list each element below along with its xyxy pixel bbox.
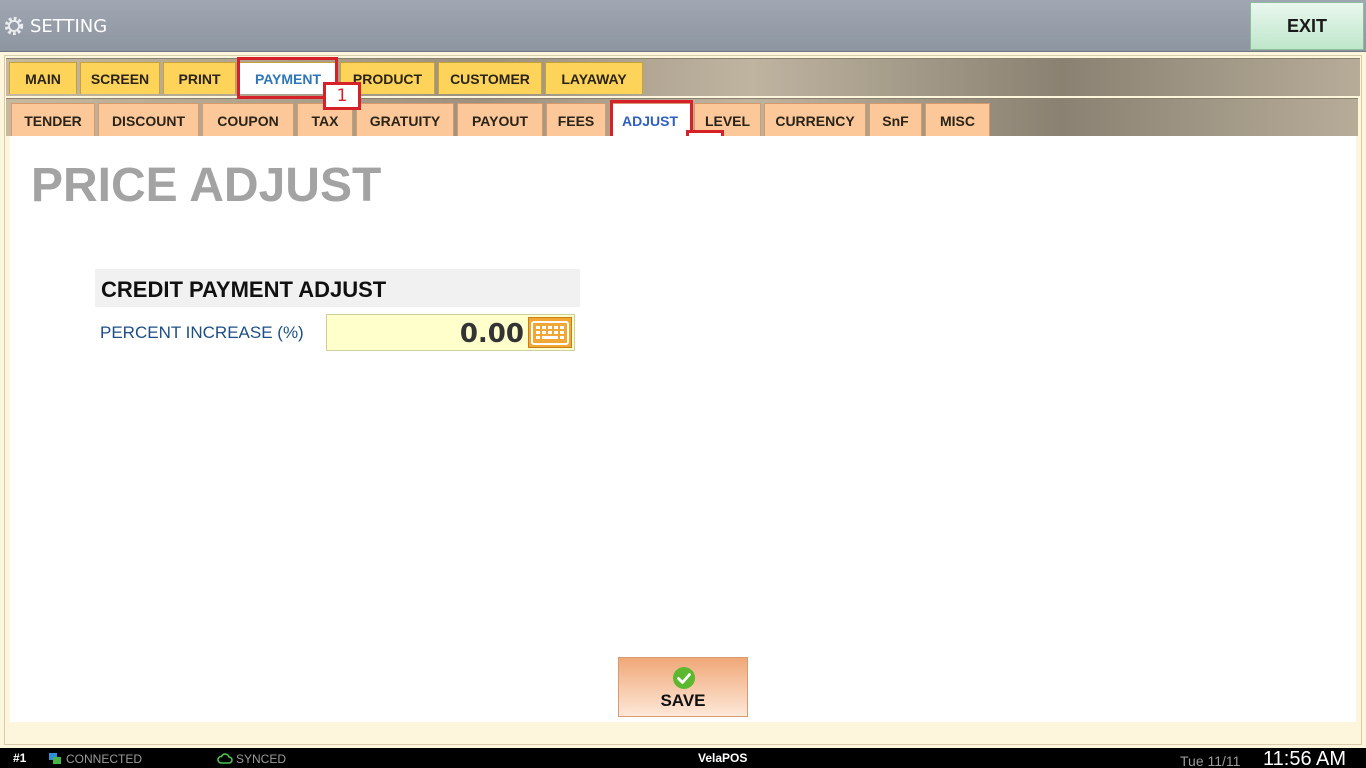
brand-name: VelaPOS	[698, 751, 748, 765]
checkmark-icon	[673, 667, 695, 689]
content-area	[10, 136, 1356, 722]
terminal-id: #1	[13, 751, 27, 765]
exit-button[interactable]: EXIT	[1250, 2, 1364, 50]
save-button[interactable]: SAVE	[618, 657, 748, 717]
tab-gratuity[interactable]: GRATUITY	[356, 103, 454, 137]
tab-main[interactable]: MAIN	[9, 62, 77, 94]
tab-misc[interactable]: MISC	[925, 103, 990, 137]
network-icon	[49, 753, 61, 764]
tab-fees[interactable]: FEES	[546, 103, 606, 137]
tab-customer[interactable]: CUSTOMER	[438, 62, 542, 94]
section-header: CREDIT PAYMENT ADJUST	[95, 269, 580, 307]
connection-status: CONNECTED	[66, 752, 143, 766]
tab-payout[interactable]: PAYOUT	[457, 103, 543, 137]
section-title: CREDIT PAYMENT ADJUST	[101, 277, 387, 302]
tab-layaway[interactable]: LAYAWAY	[545, 62, 643, 94]
tab-screen[interactable]: SCREEN	[80, 62, 160, 94]
tab-snf[interactable]: SnF	[869, 103, 922, 137]
tab-print[interactable]: PRINT	[163, 62, 236, 94]
main-tab-bar: MAIN SCREEN PRINT PAYMENT PRODUCT CUSTOM…	[6, 58, 1360, 96]
percent-increase-field[interactable]: 0.00	[326, 314, 575, 351]
status-date: Tue 11/11	[1180, 753, 1241, 768]
tab-discount[interactable]: DISCOUNT	[98, 103, 199, 137]
save-label: SAVE	[660, 691, 706, 710]
tab-currency[interactable]: CURRENCY	[764, 103, 866, 137]
gear-icon	[4, 16, 24, 36]
cloud-icon	[217, 753, 233, 764]
annotation-box-adjust	[610, 100, 693, 139]
annotation-step-1: 1	[323, 82, 361, 110]
keyboard-button[interactable]	[528, 317, 572, 348]
status-time: 11:56 AM	[1263, 748, 1347, 768]
percent-increase-value: 0.00	[459, 319, 524, 349]
page-title: PRICE ADJUST	[31, 159, 382, 212]
sync-status: SYNCED	[236, 752, 287, 766]
percent-increase-label: PERCENT INCREASE (%)	[100, 323, 304, 342]
keyboard-icon	[531, 320, 569, 345]
tab-coupon[interactable]: COUPON	[202, 103, 294, 137]
title-bar: SETTING EXIT	[0, 0, 1366, 52]
tab-tender[interactable]: TENDER	[11, 103, 95, 137]
status-bar: #1 CONNECTED SYNCED VelaPOS Tue 11/11 11…	[0, 748, 1366, 768]
window-title: SETTING	[30, 16, 108, 37]
